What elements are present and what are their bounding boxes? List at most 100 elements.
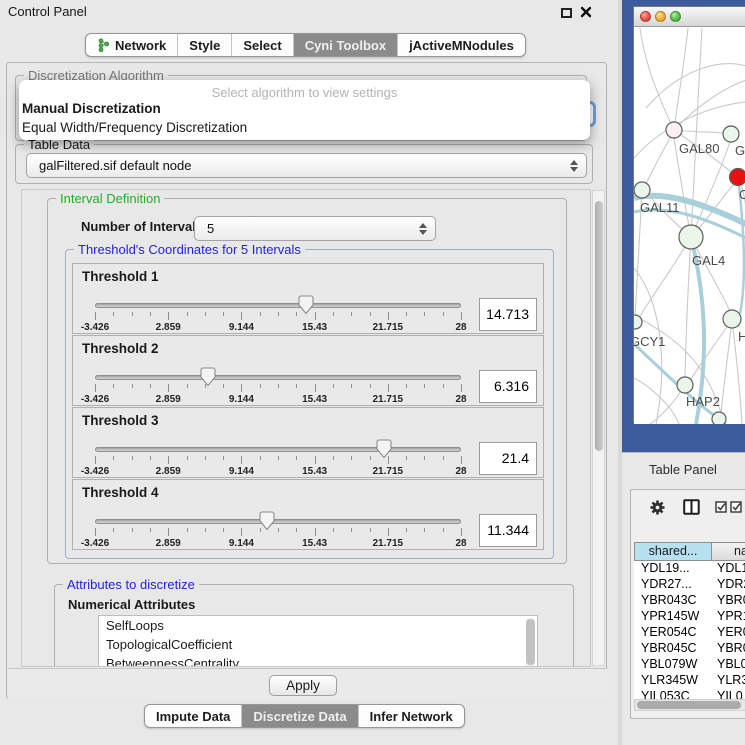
network-canvas[interactable]: GAL80GAL11GAL4GCY1HHAP2GAC bbox=[634, 28, 745, 424]
numerical-attributes-list[interactable]: SelfLoopsTopologicalCoefficientBetweenne… bbox=[98, 615, 538, 667]
number-of-intervals-label: Number of Intervals bbox=[81, 219, 203, 234]
cell-shared-name[interactable]: YER054C bbox=[634, 625, 711, 641]
network-node-gal11[interactable] bbox=[634, 182, 650, 198]
tick-mark bbox=[461, 456, 462, 464]
number-of-intervals-combobox[interactable]: 5 bbox=[194, 216, 436, 241]
combobox-stepper-icon bbox=[419, 223, 427, 235]
cell-name[interactable]: YBR0 bbox=[711, 641, 745, 657]
cell-shared-name[interactable]: YBR043C bbox=[634, 593, 711, 609]
threshold-slider[interactable]: -3.4262.8599.14415.4321.71528 bbox=[95, 438, 461, 478]
network-node[interactable] bbox=[730, 169, 745, 186]
cell-name[interactable]: YBR0 bbox=[711, 593, 745, 609]
table-horizontal-scrollbar[interactable] bbox=[634, 699, 745, 711]
cell-shared-name[interactable]: YIL053C bbox=[634, 689, 711, 699]
bottom-tab-infer-network[interactable]: Infer Network bbox=[358, 705, 464, 727]
table-row[interactable]: YLR345WYLR3 bbox=[634, 673, 745, 689]
threshold-value-field[interactable]: 21.4 bbox=[479, 442, 537, 475]
split-columns-icon[interactable] bbox=[683, 499, 700, 515]
cell-name[interactable]: YER0 bbox=[711, 625, 745, 641]
apply-button[interactable]: Apply bbox=[269, 675, 337, 696]
tab-jactivemnodules[interactable]: jActiveMNodules bbox=[397, 34, 525, 56]
table-row[interactable]: YBR043CYBR0 bbox=[634, 593, 745, 609]
checkbox-icon[interactable] bbox=[730, 501, 743, 513]
table-row[interactable]: YBL079WYBL0 bbox=[634, 657, 745, 673]
table-row[interactable]: YDL19...YDL1 bbox=[634, 561, 745, 577]
settings-vertical-scrollbar[interactable] bbox=[592, 190, 605, 666]
network-node[interactable] bbox=[712, 412, 726, 424]
close-icon[interactable] bbox=[580, 6, 592, 18]
network-edge[interactable] bbox=[646, 130, 674, 184]
scrollbar-thumb[interactable] bbox=[637, 701, 741, 709]
scrollbar-thumb[interactable] bbox=[526, 619, 535, 665]
network-edge[interactable] bbox=[640, 28, 674, 130]
zoom-traffic-light-icon[interactable] bbox=[670, 11, 681, 22]
network-node-h[interactable] bbox=[723, 310, 741, 328]
cell-name[interactable]: YDL1 bbox=[711, 561, 745, 577]
tab-cyni-toolbox[interactable]: Cyni Toolbox bbox=[293, 34, 397, 56]
cell-name[interactable]: YDR2 bbox=[711, 577, 745, 593]
bottom-tab-discretize-data[interactable]: Discretize Data bbox=[241, 705, 357, 727]
network-node[interactable] bbox=[723, 126, 739, 142]
float-window-icon[interactable] bbox=[561, 8, 572, 18]
network-node-gcy1[interactable] bbox=[634, 315, 642, 329]
network-node-hap2[interactable] bbox=[677, 377, 693, 393]
network-edge[interactable] bbox=[674, 28, 688, 130]
threshold-slider[interactable]: -3.4262.8599.14415.4321.71528 bbox=[95, 510, 461, 550]
threshold-slider[interactable]: -3.4262.8599.14415.4321.71528 bbox=[95, 294, 461, 334]
bottom-tab-impute-data[interactable]: Impute Data bbox=[145, 705, 241, 727]
cell-shared-name[interactable]: YPR145W bbox=[634, 609, 711, 625]
tick-mark bbox=[370, 456, 371, 460]
network-edge[interactable] bbox=[674, 80, 745, 130]
table-row[interactable]: YBR045CYBR0 bbox=[634, 641, 745, 657]
attribute-list-item-betweennesscentrality[interactable]: BetweennessCentrality bbox=[99, 654, 537, 667]
attribute-list-item-topologicalcoefficient[interactable]: TopologicalCoefficient bbox=[99, 635, 537, 654]
gear-icon[interactable] bbox=[649, 499, 666, 516]
attributes-list-scrollbar[interactable] bbox=[526, 618, 535, 667]
cell-shared-name[interactable]: YBL079W bbox=[634, 657, 711, 673]
table-row[interactable]: YIL053CYIL0 bbox=[634, 689, 745, 699]
column-header-shared-name[interactable]: shared... bbox=[634, 542, 712, 561]
slider-track[interactable] bbox=[95, 303, 461, 308]
tab-select[interactable]: Select bbox=[231, 34, 292, 56]
network-window-titlebar[interactable] bbox=[634, 7, 745, 27]
minimize-traffic-light-icon[interactable] bbox=[655, 11, 666, 22]
tab-network[interactable]: Network bbox=[86, 34, 177, 56]
cell-shared-name[interactable]: YDL19... bbox=[634, 561, 711, 577]
threshold-value-field[interactable]: 6.316 bbox=[479, 370, 537, 403]
checkbox-icon[interactable] bbox=[715, 501, 728, 513]
network-node-gal4[interactable] bbox=[679, 225, 703, 249]
close-traffic-light-icon[interactable] bbox=[640, 11, 651, 22]
threshold-value-field[interactable]: 14.713 bbox=[479, 298, 537, 331]
table-row[interactable]: YER054CYER0 bbox=[634, 625, 745, 641]
cell-shared-name[interactable]: YBR045C bbox=[634, 641, 711, 657]
table-row[interactable]: YDR27...YDR2 bbox=[634, 577, 745, 593]
algorithm-option-manual[interactable]: Manual Discretization bbox=[22, 101, 161, 116]
network-edge[interactable] bbox=[634, 378, 679, 424]
table-rows[interactable]: YDL19...YDL1YDR27...YDR2YBR043CYBR0YPR14… bbox=[634, 561, 745, 699]
network-edge[interactable] bbox=[639, 237, 691, 318]
tick-mark bbox=[406, 384, 407, 388]
network-node-gal80[interactable] bbox=[666, 122, 682, 138]
slider-track[interactable] bbox=[95, 447, 461, 452]
algorithm-prompt-item[interactable]: Select algorithm to view settings bbox=[19, 85, 590, 100]
cell-name[interactable]: YPR1 bbox=[711, 609, 745, 625]
tab-style[interactable]: Style bbox=[177, 34, 231, 56]
table-data-combobox[interactable]: galFiltered.sif default node bbox=[26, 153, 587, 178]
slider-track[interactable] bbox=[95, 519, 461, 524]
table-row[interactable]: YPR145WYPR1 bbox=[634, 609, 745, 625]
slider-track[interactable] bbox=[95, 375, 461, 380]
algorithm-option-equal-width[interactable]: Equal Width/Frequency Discretization bbox=[22, 120, 247, 135]
cell-shared-name[interactable]: YLR345W bbox=[634, 673, 711, 689]
attribute-list-item-selfloops[interactable]: SelfLoops bbox=[99, 616, 537, 635]
threshold-value-field[interactable]: 11.344 bbox=[479, 514, 537, 547]
cell-name[interactable]: YIL0 bbox=[711, 689, 743, 699]
scrollbar-thumb[interactable] bbox=[595, 201, 603, 451]
threshold-slider[interactable]: -3.4262.8599.14415.4321.71528 bbox=[95, 366, 461, 406]
tick-label: 2.859 bbox=[156, 322, 181, 333]
tick-mark bbox=[443, 312, 444, 316]
cell-name[interactable]: YLR3 bbox=[711, 673, 745, 689]
network-graph[interactable]: GAL80GAL11GAL4GCY1HHAP2GAC bbox=[634, 28, 745, 424]
column-header-name[interactable]: na bbox=[712, 542, 745, 561]
cell-name[interactable]: YBL0 bbox=[711, 657, 745, 673]
cell-shared-name[interactable]: YDR27... bbox=[634, 577, 711, 593]
